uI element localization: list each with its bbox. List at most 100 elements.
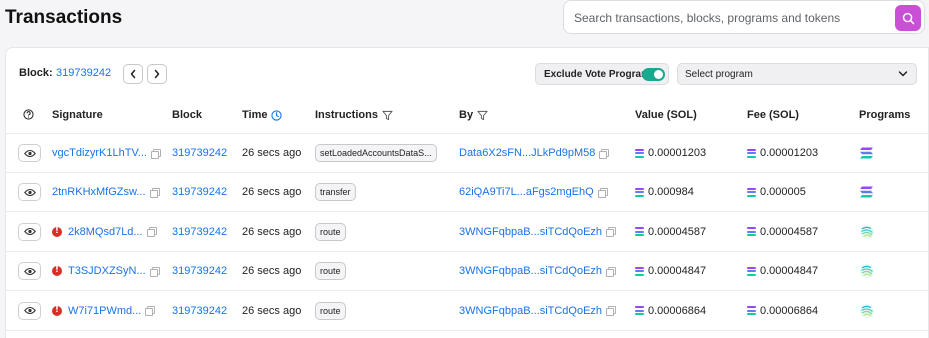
value-cell: 0.000984: [635, 186, 694, 198]
by-cell: Data6X2sFN...JLkPd9pM58: [459, 147, 610, 159]
copy-icon[interactable]: [149, 266, 160, 277]
block-link[interactable]: 319739242: [172, 147, 227, 159]
sol-icon: [635, 266, 644, 276]
view-details-button[interactable]: [18, 222, 41, 241]
signature-cell: 2k8MQsd7Ld...: [52, 226, 157, 238]
copy-icon[interactable]: [606, 266, 617, 277]
table-row[interactable]: 2tnRKHxMfGZsw... 319739242 26 secs ago tran…: [6, 173, 928, 213]
block-label: Block:: [19, 67, 53, 79]
copy-icon[interactable]: [149, 187, 160, 198]
block-link[interactable]: 319739242: [172, 305, 227, 317]
previous-block-button[interactable]: [123, 64, 143, 84]
fee-text: 0.00006864: [760, 304, 819, 317]
copy-icon[interactable]: [145, 306, 156, 317]
signature-header-label: Signature: [52, 109, 103, 121]
copy-icon[interactable]: [597, 187, 608, 198]
by-header-label: By: [459, 109, 474, 121]
eye-icon: [23, 267, 36, 275]
value-cell: 0.00001203: [635, 147, 706, 159]
signature-column-header: Signature: [52, 109, 103, 121]
search-input[interactable]: [574, 9, 894, 27]
sol-icon: [635, 148, 644, 158]
signature-cell: T3SJDXZSyN...: [52, 265, 160, 277]
fee-cell: 0.00006864: [747, 305, 818, 317]
block-column-header: Block: [172, 109, 202, 121]
table-row[interactable]: W7i71PWmd... 319739242 26 secs ago route 3WN…: [6, 292, 928, 331]
view-details-button[interactable]: [18, 183, 41, 202]
time-header-label: Time: [242, 109, 268, 121]
instruction-badge: setLoadedAccountsDataS...: [315, 144, 437, 162]
account-link[interactable]: 62iQA9Ti7L...aFgs2mgEhQ: [459, 186, 594, 198]
value-text: 0.00004587: [648, 225, 707, 238]
transactions-card: Block: 319739242 Exclude Vote Program Se…: [5, 47, 929, 338]
value-cell: 0.00004847: [635, 265, 706, 277]
programs-column-header: Programs: [859, 109, 910, 121]
copy-icon[interactable]: [599, 148, 610, 159]
eye-icon: [23, 228, 36, 236]
value-header-label: Value (SOL): [635, 109, 697, 121]
block-header-label: Block: [172, 109, 202, 121]
signature-link[interactable]: W7i71PWmd...: [68, 305, 141, 317]
chevron-down-icon: [898, 71, 908, 77]
help-column-header: [23, 109, 34, 120]
exclude-vote-label: Exclude Vote Program: [544, 69, 650, 80]
current-block-link[interactable]: 319739242: [56, 67, 111, 79]
fee-text: 0.00001203: [760, 147, 819, 159]
instruction-badge: transfer: [315, 183, 356, 202]
account-link[interactable]: 3WNGFqbpaB...siTCdQoEzh: [459, 305, 602, 317]
copy-icon[interactable]: [606, 306, 617, 317]
signature-link[interactable]: vgcTdizyrK1LhTV...: [52, 147, 147, 159]
page-title: Transactions: [5, 7, 123, 28]
block-link[interactable]: 319739242: [172, 186, 227, 198]
value-text: 0.000984: [648, 186, 694, 199]
exclude-vote-toggle[interactable]: [642, 68, 665, 81]
eye-icon: [23, 149, 36, 157]
search-icon: [902, 12, 914, 24]
fee-cell: 0.000005: [747, 186, 806, 198]
table-row[interactable]: 2k8MQsd7Ld... 319739242 26 secs ago route 3W…: [6, 213, 928, 252]
fee-text: 0.000005: [760, 186, 806, 199]
view-details-button[interactable]: [18, 262, 41, 281]
view-details-button[interactable]: [18, 301, 41, 320]
view-details-button[interactable]: [18, 144, 41, 162]
jupiter-icon[interactable]: [859, 303, 875, 319]
clock-icon[interactable]: [271, 109, 283, 121]
next-block-button[interactable]: [147, 64, 167, 84]
jupiter-icon[interactable]: [859, 263, 875, 279]
fee-cell: 0.00004847: [747, 265, 818, 277]
error-icon: [52, 265, 62, 277]
fee-text: 0.00004587: [760, 225, 819, 238]
exclude-vote-filter: Exclude Vote Program: [535, 63, 669, 85]
account-link[interactable]: 3WNGFqbpaB...siTCdQoEzh: [459, 265, 602, 277]
search-button[interactable]: [895, 5, 921, 31]
copy-icon[interactable]: [606, 227, 617, 238]
jupiter-icon[interactable]: [859, 224, 875, 240]
copy-icon[interactable]: [150, 148, 161, 159]
block-link[interactable]: 319739242: [172, 226, 227, 238]
fee-column-header: Fee (SOL): [747, 109, 799, 121]
value-cell: 0.00006864: [635, 305, 706, 317]
search-box[interactable]: [563, 0, 925, 34]
instruction-badge: route: [315, 262, 346, 281]
instruction-badge: route: [315, 301, 346, 320]
solana-icon[interactable]: [859, 184, 875, 200]
help-icon[interactable]: [23, 109, 34, 120]
signature-link[interactable]: T3SJDXZSyN...: [68, 265, 146, 277]
sol-icon: [747, 266, 756, 276]
signature-cell: vgcTdizyrK1LhTV...: [52, 147, 161, 159]
block-link[interactable]: 319739242: [172, 265, 227, 277]
copy-icon[interactable]: [146, 227, 157, 238]
sol-icon: [747, 187, 756, 197]
filter-icon[interactable]: [382, 110, 393, 121]
program-select[interactable]: Select program: [677, 63, 917, 85]
signature-link[interactable]: 2tnRKHxMfGZsw...: [52, 186, 146, 198]
account-link[interactable]: 3WNGFqbpaB...siTCdQoEzh: [459, 226, 602, 238]
account-link[interactable]: Data6X2sFN...JLkPd9pM58: [459, 147, 595, 159]
time-text: 26 secs ago: [242, 186, 302, 199]
signature-link[interactable]: 2k8MQsd7Ld...: [68, 226, 143, 238]
table-row[interactable]: T3SJDXZSyN... 319739242 26 secs ago route 3W…: [6, 252, 928, 292]
filter-icon[interactable]: [477, 110, 488, 121]
solana-icon[interactable]: [859, 145, 875, 161]
error-icon: [52, 305, 62, 316]
table-row[interactable]: vgcTdizyrK1LhTV... 319739242 26 secs ago se…: [6, 134, 928, 173]
